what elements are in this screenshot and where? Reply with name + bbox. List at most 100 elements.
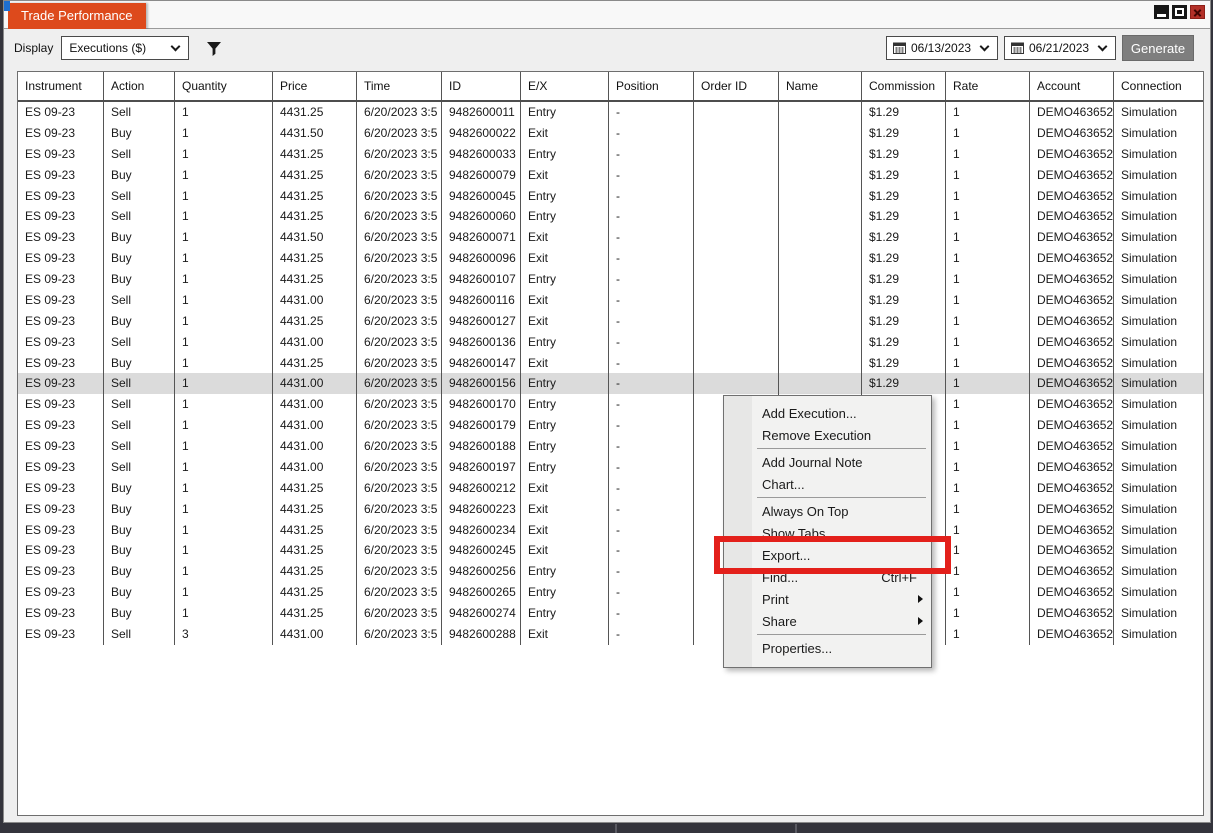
minimize-button[interactable] bbox=[1154, 5, 1169, 19]
date-to-picker[interactable]: 06/21/2023 bbox=[1004, 36, 1116, 60]
cell: 9482600071 bbox=[442, 227, 521, 248]
table-row[interactable]: ES 09-23Buy14431.256/20/2023 3:594826002… bbox=[18, 499, 1203, 520]
table-row[interactable]: ES 09-23Buy14431.256/20/2023 3:594826000… bbox=[18, 165, 1203, 186]
menu-item-always-on-top[interactable]: Always On Top bbox=[724, 500, 931, 522]
table-row[interactable]: ES 09-23Buy14431.256/20/2023 3:594826002… bbox=[18, 561, 1203, 582]
table-row[interactable]: ES 09-23Sell34431.006/20/2023 3:59482600… bbox=[18, 624, 1203, 645]
table-row[interactable]: ES 09-23Buy14431.256/20/2023 3:594826002… bbox=[18, 540, 1203, 561]
table-row[interactable]: ES 09-23Buy14431.256/20/2023 3:594826001… bbox=[18, 311, 1203, 332]
table-row[interactable]: ES 09-23Buy14431.256/20/2023 3:594826002… bbox=[18, 582, 1203, 603]
cell: 4431.25 bbox=[273, 311, 357, 332]
table-row[interactable]: ES 09-23Buy14431.256/20/2023 3:594826001… bbox=[18, 353, 1203, 374]
menu-item-print[interactable]: Print bbox=[724, 588, 931, 610]
column-header-quantity[interactable]: Quantity bbox=[175, 72, 273, 100]
cell bbox=[779, 373, 862, 394]
cell: 4431.25 bbox=[273, 561, 357, 582]
table-row[interactable]: ES 09-23Buy14431.256/20/2023 3:594826002… bbox=[18, 478, 1203, 499]
cell: - bbox=[609, 123, 694, 144]
cell: Buy bbox=[104, 499, 175, 520]
cell: Exit bbox=[521, 478, 609, 499]
display-dropdown[interactable]: Executions ($) bbox=[61, 36, 189, 60]
table-row[interactable]: ES 09-23Buy14431.506/20/2023 3:594826000… bbox=[18, 227, 1203, 248]
column-header-rate[interactable]: Rate bbox=[946, 72, 1030, 100]
menu-item-add-execution[interactable]: Add Execution... bbox=[724, 402, 931, 424]
column-header-name[interactable]: Name bbox=[779, 72, 862, 100]
table-row[interactable]: ES 09-23Sell14431.006/20/2023 3:59482600… bbox=[18, 373, 1203, 394]
filter-icon[interactable] bbox=[206, 40, 222, 57]
column-header-id[interactable]: ID bbox=[442, 72, 521, 100]
submenu-arrow-icon bbox=[918, 617, 923, 625]
cell: Exit bbox=[521, 540, 609, 561]
cell: 6/20/2023 3:5 bbox=[357, 499, 442, 520]
column-header-commission[interactable]: Commission bbox=[862, 72, 946, 100]
table-row[interactable]: ES 09-23Sell14431.006/20/2023 3:59482600… bbox=[18, 415, 1203, 436]
cell: - bbox=[609, 394, 694, 415]
menu-item-add-journal-note[interactable]: Add Journal Note bbox=[724, 451, 931, 473]
table-row[interactable]: ES 09-23Sell14431.006/20/2023 3:59482600… bbox=[18, 457, 1203, 478]
table-row[interactable]: ES 09-23Sell14431.256/20/2023 3:59482600… bbox=[18, 102, 1203, 123]
column-header-price[interactable]: Price bbox=[273, 72, 357, 100]
table-row[interactable]: ES 09-23Buy14431.256/20/2023 3:594826002… bbox=[18, 603, 1203, 624]
column-header-account[interactable]: Account bbox=[1030, 72, 1114, 100]
table-row[interactable]: ES 09-23Sell14431.256/20/2023 3:59482600… bbox=[18, 206, 1203, 227]
column-header-e-x[interactable]: E/X bbox=[521, 72, 609, 100]
column-header-action[interactable]: Action bbox=[104, 72, 175, 100]
cell: 6/20/2023 3:5 bbox=[357, 540, 442, 561]
cell: Simulation bbox=[1114, 165, 1203, 186]
cell: ES 09-23 bbox=[18, 227, 104, 248]
cell: Exit bbox=[521, 520, 609, 541]
column-header-connection[interactable]: Connection bbox=[1114, 72, 1203, 100]
column-header-instrument[interactable]: Instrument bbox=[18, 72, 104, 100]
table-row[interactable]: ES 09-23Sell14431.006/20/2023 3:59482600… bbox=[18, 332, 1203, 353]
menu-item-chart[interactable]: Chart... bbox=[724, 473, 931, 495]
cell bbox=[694, 186, 779, 207]
cell: 9482600188 bbox=[442, 436, 521, 457]
cell: Simulation bbox=[1114, 353, 1203, 374]
date-from-value: 06/13/2023 bbox=[911, 41, 971, 55]
menu-item-properties[interactable]: Properties... bbox=[724, 637, 931, 659]
cell: Sell bbox=[104, 624, 175, 645]
cell: 1 bbox=[175, 102, 273, 123]
cell: DEMO463652 bbox=[1030, 415, 1114, 436]
column-header-position[interactable]: Position bbox=[609, 72, 694, 100]
chevron-down-icon bbox=[171, 42, 181, 52]
table-row[interactable]: ES 09-23Buy14431.256/20/2023 3:594826002… bbox=[18, 520, 1203, 541]
table-row[interactable]: ES 09-23Sell14431.256/20/2023 3:59482600… bbox=[18, 144, 1203, 165]
cell: 1 bbox=[175, 165, 273, 186]
cell: ES 09-23 bbox=[18, 206, 104, 227]
menu-item-share[interactable]: Share bbox=[724, 610, 931, 632]
table-row[interactable]: ES 09-23Buy14431.506/20/2023 3:594826000… bbox=[18, 123, 1203, 144]
table-row[interactable]: ES 09-23Buy14431.256/20/2023 3:594826000… bbox=[18, 248, 1203, 269]
menu-item-remove-execution[interactable]: Remove Execution bbox=[724, 424, 931, 446]
cell: 6/20/2023 3:5 bbox=[357, 227, 442, 248]
menu-item-label: Chart... bbox=[762, 477, 805, 492]
cell: DEMO463652 bbox=[1030, 373, 1114, 394]
date-from-picker[interactable]: 06/13/2023 bbox=[886, 36, 998, 60]
cell: - bbox=[609, 582, 694, 603]
table-row[interactable]: ES 09-23Buy14431.256/20/2023 3:594826001… bbox=[18, 269, 1203, 290]
generate-button[interactable]: Generate bbox=[1122, 35, 1194, 61]
cell: - bbox=[609, 603, 694, 624]
cell: Buy bbox=[104, 311, 175, 332]
cell: 9482600212 bbox=[442, 478, 521, 499]
table-row[interactable]: ES 09-23Sell14431.006/20/2023 3:59482600… bbox=[18, 290, 1203, 311]
window-tab-trade-performance[interactable]: Trade Performance bbox=[8, 3, 146, 29]
cell: Entry bbox=[521, 394, 609, 415]
table-row[interactable]: ES 09-23Sell14431.006/20/2023 3:59482600… bbox=[18, 394, 1203, 415]
cell: 1 bbox=[946, 415, 1030, 436]
cell: 6/20/2023 3:5 bbox=[357, 290, 442, 311]
cell: 1 bbox=[946, 499, 1030, 520]
column-header-order-id[interactable]: Order ID bbox=[694, 72, 779, 100]
table-row[interactable]: ES 09-23Sell14431.256/20/2023 3:59482600… bbox=[18, 186, 1203, 207]
column-header-time[interactable]: Time bbox=[357, 72, 442, 100]
close-button[interactable] bbox=[1190, 5, 1205, 19]
cell: Simulation bbox=[1114, 520, 1203, 541]
cell bbox=[779, 123, 862, 144]
cell: DEMO463652 bbox=[1030, 582, 1114, 603]
maximize-button[interactable] bbox=[1172, 5, 1187, 19]
cell: $1.29 bbox=[862, 290, 946, 311]
cell: Sell bbox=[104, 186, 175, 207]
cell: - bbox=[609, 248, 694, 269]
cell: 1 bbox=[946, 186, 1030, 207]
table-row[interactable]: ES 09-23Sell14431.006/20/2023 3:59482600… bbox=[18, 436, 1203, 457]
